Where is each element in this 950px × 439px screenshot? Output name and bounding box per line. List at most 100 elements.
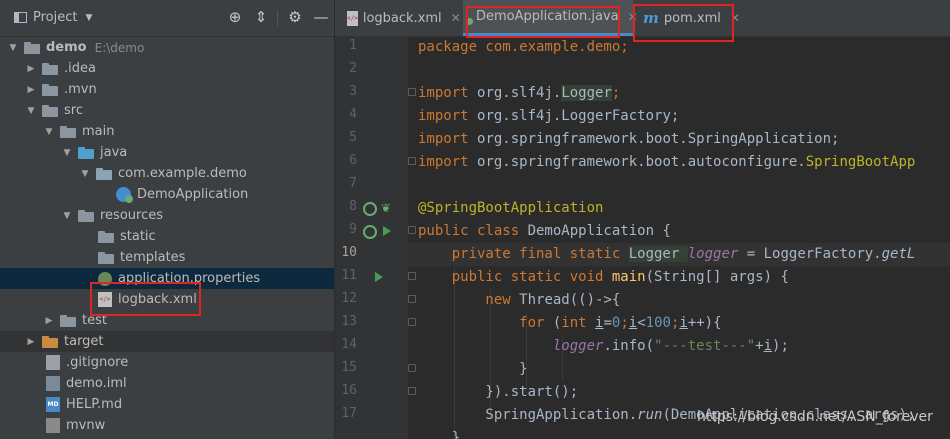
chevron-down-icon: ▼ <box>85 12 93 23</box>
editor-tab-bar: </> logback.xml ✕ DemoApplication.java ✕… <box>335 0 950 37</box>
project-panel-icon <box>14 12 27 23</box>
tab-demoapplication-java[interactable]: DemoApplication.java ✕ <box>463 0 638 36</box>
editor-gutter[interactable]: 1 2 3 4 5 6 7 8 9 10 11 12 13 14 15 16 1… <box>335 36 416 439</box>
tree-item-label: .gitignore <box>66 355 129 370</box>
code-token: @SpringBootApplication <box>418 200 604 216</box>
line-number: 11 <box>341 268 357 283</box>
expand-arrow-icon[interactable]: ▶ <box>44 316 54 326</box>
code-token: main <box>611 269 646 285</box>
tree-item-label: static <box>120 229 156 244</box>
tab-label: DemoApplication.java <box>476 9 619 24</box>
tree-item-mvn[interactable]: ▶ .mvn <box>0 79 360 100</box>
expand-arrow-icon[interactable]: ▼ <box>62 211 72 221</box>
spring-bean-icon[interactable] <box>363 202 377 216</box>
code-token: org.springframework.boot.SpringApplicati… <box>477 131 840 147</box>
minimize-icon[interactable]: — <box>312 8 330 26</box>
code-token: = LoggerFactory. <box>738 246 882 262</box>
code-token: (String[] args) { <box>645 269 789 285</box>
code-token: < <box>637 315 646 331</box>
tree-item-mvnw[interactable]: mvnw <box>0 415 364 436</box>
code-token: private final static <box>418 246 629 262</box>
code-line-13: for (int i=0;i<100;i++){ <box>408 312 950 335</box>
tree-item-label: java <box>100 145 128 160</box>
code-token: run <box>637 407 663 423</box>
code-token: i <box>679 315 688 331</box>
expand-arrow-icon[interactable]: ▼ <box>80 169 90 179</box>
tree-item-test[interactable]: ▶ test <box>0 310 378 331</box>
text-file-icon <box>46 355 60 370</box>
locate-target-icon[interactable]: ⊕ <box>226 8 244 26</box>
xml-file-icon: </> <box>98 292 112 307</box>
line-number: 2 <box>349 61 357 76</box>
folder-icon <box>98 230 114 243</box>
code-token: Thread(()->{ <box>519 292 621 308</box>
tree-item-target[interactable]: ▶ target <box>0 331 360 352</box>
code-token: logger <box>552 338 604 354</box>
code-token: ; <box>611 85 621 101</box>
tree-item-label: resources <box>100 208 164 223</box>
code-line-9: public class DemoApplication { <box>408 220 950 243</box>
header-divider <box>277 10 278 26</box>
code-token: i <box>628 315 638 331</box>
expand-arrow-icon[interactable]: ▶ <box>26 85 36 95</box>
tree-item-idea[interactable]: ▶ .idea <box>0 58 360 79</box>
tree-item-help-md[interactable]: MD HELP.md <box>0 394 364 415</box>
tree-item-label: application.properties <box>118 271 261 286</box>
code-line-15: } <box>408 358 950 381</box>
close-icon[interactable]: ✕ <box>730 11 740 25</box>
expand-arrow-icon[interactable]: ▼ <box>8 43 18 53</box>
folder-icon <box>98 251 114 264</box>
run-icon[interactable] <box>375 272 383 282</box>
line-number: 6 <box>349 153 357 168</box>
expand-arrow-icon[interactable]: ▼ <box>62 148 72 158</box>
gear-icon[interactable]: ⚙ <box>286 8 304 26</box>
expand-arrow-icon[interactable]: ▶ <box>26 64 36 74</box>
tree-item-resources[interactable]: ▼ resources <box>0 205 378 226</box>
code-token: Logger <box>628 246 688 262</box>
spring-config-icon[interactable]: ❦ <box>381 201 395 215</box>
code-token: org.slf4j. <box>477 85 562 101</box>
folder-icon <box>42 104 58 117</box>
tree-item-main[interactable]: ▼ main <box>0 121 378 142</box>
code-token: + <box>755 338 764 354</box>
code-token: Logger <box>561 85 612 101</box>
expand-arrow-icon[interactable]: ▼ <box>44 127 54 137</box>
project-view-selector[interactable]: Project ▼ <box>14 10 92 25</box>
expand-arrow-icon[interactable]: ▶ <box>26 337 36 347</box>
line-number: 4 <box>349 107 357 122</box>
expand-arrow-icon[interactable]: ▼ <box>26 106 36 116</box>
xml-file-icon: </> <box>347 10 358 26</box>
run-icon[interactable] <box>383 226 391 236</box>
tree-item-demo-iml[interactable]: demo.iml <box>0 373 364 394</box>
markdown-file-icon: MD <box>46 397 60 412</box>
code-line-16: }).start(); <box>408 381 950 404</box>
line-number: 10 <box>341 245 357 260</box>
code-token: int <box>561 315 596 331</box>
excluded-folder-icon <box>42 335 58 348</box>
code-editor[interactable]: package com.example.demo; import org.slf… <box>408 36 950 439</box>
line-number: 14 <box>341 337 357 352</box>
tab-pom-xml[interactable]: m pom.xml ✕ <box>635 0 740 36</box>
tree-item-label: demo <box>46 40 87 55</box>
tree-item-demo[interactable]: ▼ demo E:\demo <box>0 37 342 58</box>
tree-item-src[interactable]: ▼ src <box>0 100 360 121</box>
code-token: org.springframework.boot.autoconfigure. <box>477 154 806 170</box>
folder-icon <box>42 62 58 75</box>
code-line-11: public static void main(String[] args) { <box>408 266 950 289</box>
tree-item-label: logback.xml <box>118 292 197 307</box>
close-icon[interactable]: ✕ <box>451 11 461 25</box>
code-token: SpringBootApp <box>805 154 916 170</box>
tab-logback-xml[interactable]: </> logback.xml ✕ <box>339 0 461 36</box>
source-folder-icon <box>78 146 94 159</box>
code-token: import <box>418 85 478 101</box>
tree-item-gitignore[interactable]: .gitignore <box>0 352 364 373</box>
collapse-all-icon[interactable]: ⇕ <box>252 8 270 26</box>
line-number: 13 <box>341 314 357 329</box>
folder-icon <box>42 83 58 96</box>
folder-icon <box>60 314 76 327</box>
resources-folder-icon <box>78 209 94 222</box>
spring-bean-icon[interactable] <box>363 225 377 239</box>
ide-window: Project ▼ ⊕ ⇕ ⚙ — ▼ demo E:\demo ▶ .idea… <box>0 0 950 439</box>
line-number: 1 <box>349 38 357 53</box>
code-token: package com.example.demo; <box>418 39 629 55</box>
